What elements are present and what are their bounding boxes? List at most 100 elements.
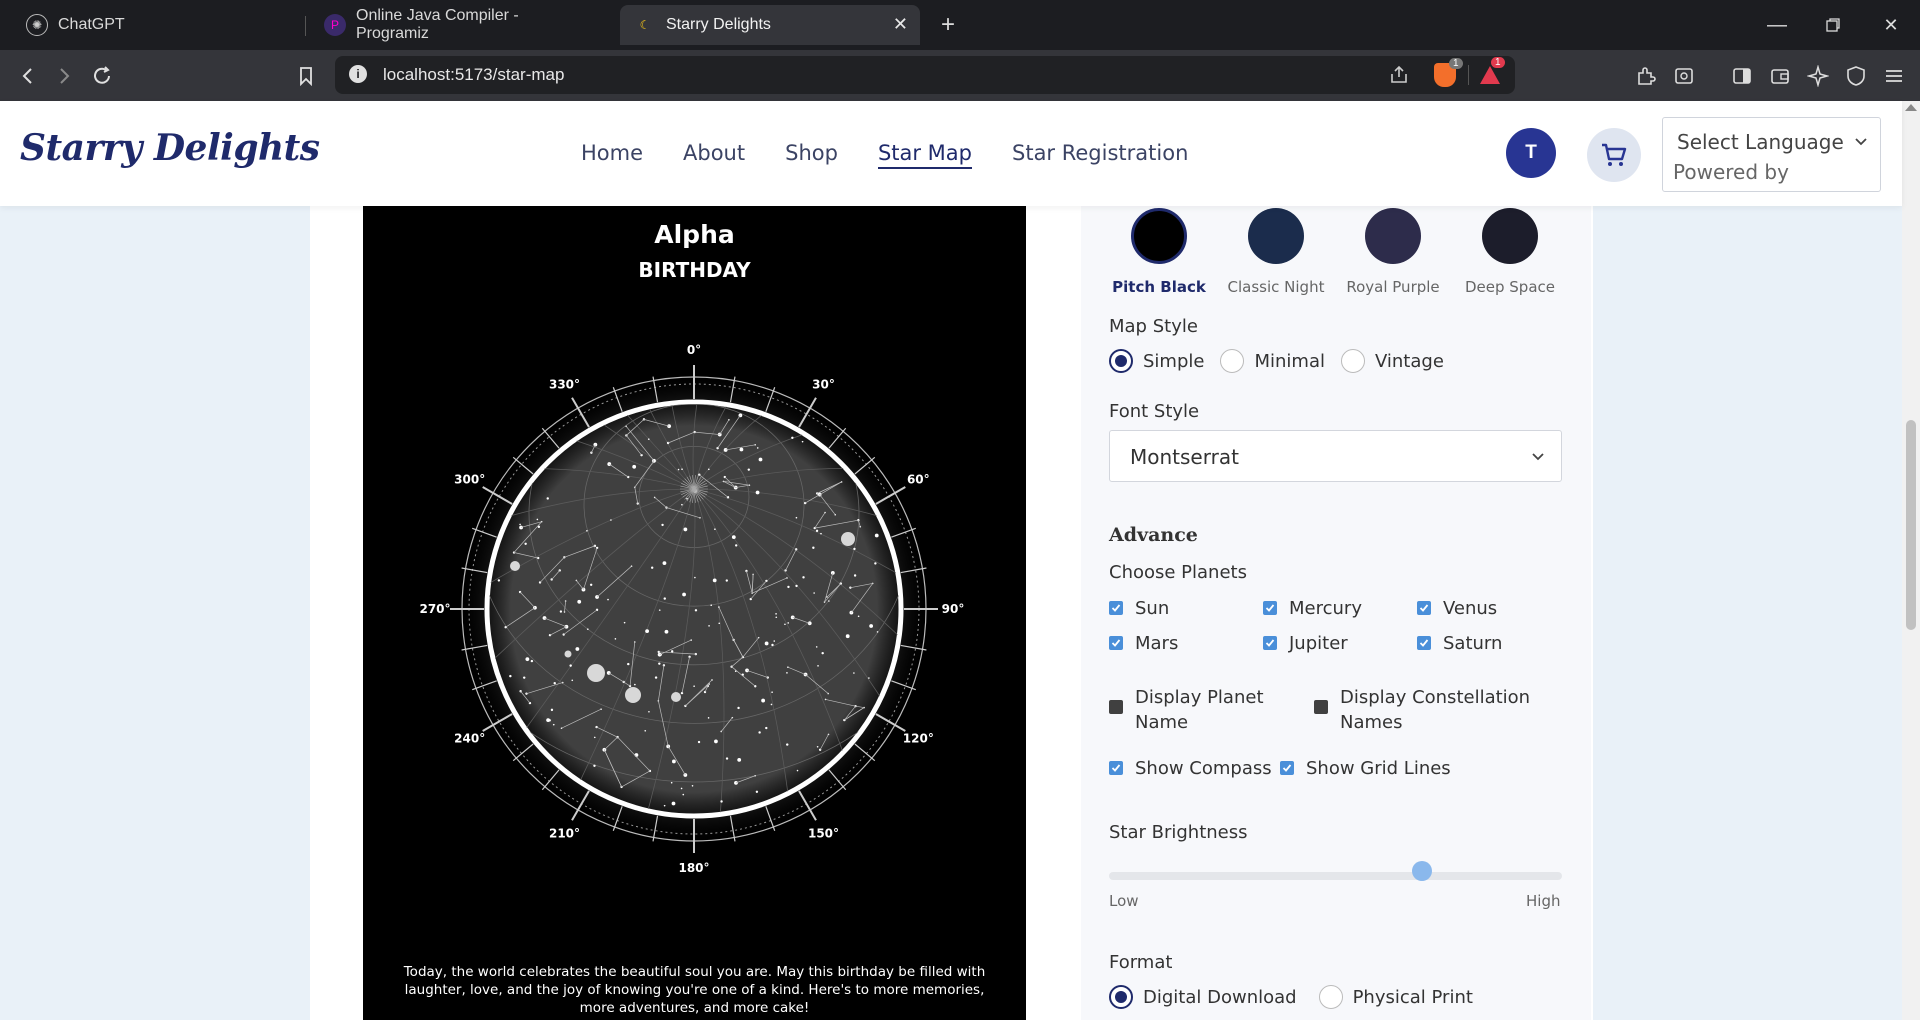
star-brightness-handle[interactable] bbox=[1411, 861, 1432, 881]
theme-royal-purple[interactable]: Royal Purple bbox=[1333, 208, 1453, 298]
bookmark-icon[interactable] bbox=[290, 60, 322, 92]
planet-saturn-checkbox[interactable]: Saturn bbox=[1417, 631, 1502, 656]
format-digital-download[interactable]: Digital Download bbox=[1109, 985, 1297, 1009]
checkbox[interactable] bbox=[1263, 636, 1277, 650]
new-tab-icon[interactable]: + bbox=[933, 10, 963, 40]
tab-starry-delights[interactable]: ☾ Starry Delights ✕ bbox=[620, 5, 920, 45]
cart-button[interactable] bbox=[1587, 128, 1641, 182]
reload-icon[interactable] bbox=[86, 60, 118, 92]
checkbox[interactable] bbox=[1417, 636, 1431, 650]
star bbox=[671, 759, 676, 764]
star bbox=[876, 631, 879, 633]
star bbox=[627, 662, 630, 666]
map-style-vintage[interactable]: Vintage bbox=[1340, 349, 1444, 373]
star bbox=[509, 674, 512, 678]
tab-chatgpt[interactable]: ✺ ChatGPT bbox=[12, 6, 302, 44]
back-icon[interactable] bbox=[12, 60, 44, 92]
checkbox[interactable] bbox=[1263, 601, 1277, 615]
star bbox=[787, 585, 790, 589]
star bbox=[658, 609, 661, 611]
programiz-icon: P bbox=[324, 14, 346, 36]
star bbox=[552, 723, 555, 726]
checkbox-label: Display Planet Name bbox=[1135, 687, 1264, 733]
language-select-label: Select Language bbox=[1677, 130, 1844, 154]
font-style-label: Font Style bbox=[1109, 401, 1200, 422]
nav-shop[interactable]: Shop bbox=[785, 141, 838, 169]
wallet-icon[interactable] bbox=[1764, 60, 1796, 92]
star bbox=[816, 745, 819, 748]
site-logo[interactable]: Starry Delights bbox=[20, 127, 320, 169]
planet-sun-checkbox[interactable]: Sun bbox=[1109, 596, 1169, 621]
radio-button[interactable] bbox=[1220, 349, 1245, 373]
rewards-icon[interactable] bbox=[1478, 64, 1502, 91]
vpn-shield-icon[interactable] bbox=[1840, 60, 1872, 92]
star bbox=[648, 710, 650, 713]
theme-deep-space[interactable]: Deep Space bbox=[1450, 208, 1570, 298]
star bbox=[681, 468, 683, 471]
star bbox=[610, 519, 612, 521]
scrollbar-thumb[interactable] bbox=[1906, 420, 1916, 630]
planet-jupiter-checkbox[interactable]: Jupiter bbox=[1263, 631, 1348, 656]
star bbox=[546, 497, 549, 500]
theme-pitch-black[interactable]: Pitch Black bbox=[1099, 208, 1219, 298]
map-style-minimal[interactable]: Minimal bbox=[1220, 349, 1325, 373]
map-style-simple[interactable]: Simple bbox=[1109, 349, 1204, 373]
extensions-icon[interactable] bbox=[1630, 60, 1662, 92]
close-window-icon[interactable]: ✕ bbox=[1876, 10, 1906, 40]
star bbox=[564, 624, 569, 629]
restore-icon[interactable] bbox=[1818, 10, 1848, 40]
radio-button[interactable] bbox=[1109, 985, 1133, 1009]
star bbox=[663, 804, 666, 807]
radio-button[interactable] bbox=[1340, 349, 1365, 373]
map-style-options: Simple Minimal Vintage bbox=[1109, 349, 1460, 373]
planet-mercury-checkbox[interactable]: Mercury bbox=[1263, 596, 1362, 621]
font-style-select[interactable]: Montserrat bbox=[1109, 430, 1562, 482]
minimize-icon[interactable]: — bbox=[1762, 10, 1792, 40]
leo-ai-icon[interactable] bbox=[1802, 60, 1834, 92]
checkbox[interactable] bbox=[1417, 601, 1431, 615]
language-select[interactable]: Select Language Powered by bbox=[1662, 117, 1881, 192]
nav-star-registration[interactable]: Star Registration bbox=[1012, 141, 1188, 169]
star bbox=[708, 468, 710, 471]
display-planet-name-checkbox[interactable]: Display Planet Name bbox=[1109, 685, 1279, 735]
show-grid-lines-checkbox[interactable]: Show Grid Lines bbox=[1280, 756, 1451, 781]
user-avatar[interactable]: T bbox=[1506, 128, 1556, 178]
format-physical-print[interactable]: Physical Print bbox=[1318, 985, 1473, 1009]
nav-star-map[interactable]: Star Map bbox=[877, 141, 972, 169]
address-bar[interactable]: i localhost:5173/star-map 1 1 bbox=[335, 56, 1515, 94]
scroll-up-icon[interactable] bbox=[1905, 104, 1917, 111]
checkbox[interactable] bbox=[1280, 761, 1294, 775]
tab-title: ChatGPT bbox=[58, 16, 125, 33]
radio-button[interactable] bbox=[1318, 985, 1343, 1009]
star bbox=[677, 468, 680, 471]
show-compass-checkbox[interactable]: Show Compass bbox=[1109, 756, 1272, 781]
planet-venus-checkbox[interactable]: Venus bbox=[1417, 596, 1497, 621]
nav-about[interactable]: About bbox=[683, 141, 745, 169]
radio-button[interactable] bbox=[1109, 349, 1133, 373]
menu-icon[interactable] bbox=[1878, 60, 1910, 92]
theme-classic-night[interactable]: Classic Night bbox=[1216, 208, 1336, 298]
checkbox[interactable] bbox=[1109, 761, 1123, 775]
info-icon[interactable]: i bbox=[349, 65, 367, 83]
star bbox=[714, 739, 718, 744]
star bbox=[623, 621, 626, 624]
star bbox=[771, 643, 774, 647]
forward-icon[interactable] bbox=[48, 60, 80, 92]
checkbox[interactable] bbox=[1109, 601, 1123, 615]
star bbox=[593, 764, 596, 767]
checkbox-label: Venus bbox=[1443, 598, 1498, 619]
close-tab-icon[interactable]: ✕ bbox=[893, 14, 908, 35]
checkbox[interactable] bbox=[1109, 700, 1123, 714]
star-brightness-slider[interactable] bbox=[1109, 872, 1562, 880]
display-constellation-names-checkbox[interactable]: Display Constellation Names bbox=[1314, 685, 1534, 735]
checkbox[interactable] bbox=[1314, 700, 1328, 714]
planet-mars-checkbox[interactable]: Mars bbox=[1109, 631, 1178, 656]
star bbox=[755, 490, 760, 495]
nav-home[interactable]: Home bbox=[581, 141, 643, 169]
tab-programiz[interactable]: P Online Java Compiler - Programiz bbox=[310, 6, 610, 44]
share-icon[interactable] bbox=[1388, 64, 1410, 91]
search-tabs-icon[interactable] bbox=[1668, 60, 1700, 92]
checkbox[interactable] bbox=[1109, 636, 1123, 650]
sidebar-icon[interactable] bbox=[1726, 60, 1758, 92]
star bbox=[658, 662, 661, 665]
